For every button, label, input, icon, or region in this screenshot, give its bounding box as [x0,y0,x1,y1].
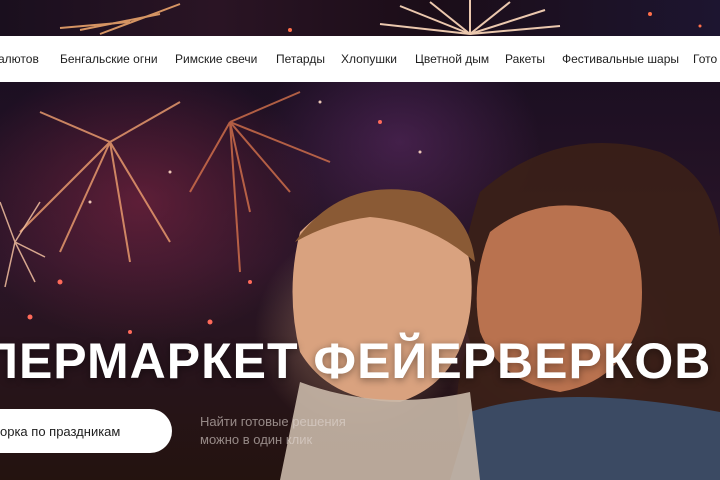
category-nav: алютов Бенгальские огни Римские свечи Пе… [0,36,720,83]
hero-hint-line-2: можно в один клик [200,432,313,447]
nav-item-ready-sets[interactable]: Гото [693,36,717,82]
nav-item-salutes[interactable]: алютов [0,36,39,82]
holiday-selection-button[interactable]: орка по праздникам [0,409,172,453]
hero-title: ПЕРМАРКЕТ ФЕЙЕРВЕРКОВ [0,333,712,389]
nav-item-festival-balls[interactable]: Фестивальные шары [562,36,679,82]
nav-item-sparklers[interactable]: Бенгальские огни [60,36,158,82]
nav-item-color-smoke[interactable]: Цветной дым [415,36,489,82]
hero-hint-line-1: Найти готовые решения [200,414,346,429]
nav-item-roman-candles[interactable]: Римские свечи [175,36,257,82]
hero-banner: ПЕРМАРКЕТ ФЕЙЕРВЕРКОВ орка по праздникам… [0,82,720,480]
nav-item-rockets[interactable]: Ракеты [505,36,545,82]
hero-hint: Найти готовые решения можно в один клик [200,413,380,449]
top-fireworks-banner [0,0,720,36]
fireworks-strip-illustration [59,0,702,35]
nav-item-firecrackers[interactable]: Петарды [276,36,325,82]
nav-item-poppers[interactable]: Хлопушки [341,36,397,82]
